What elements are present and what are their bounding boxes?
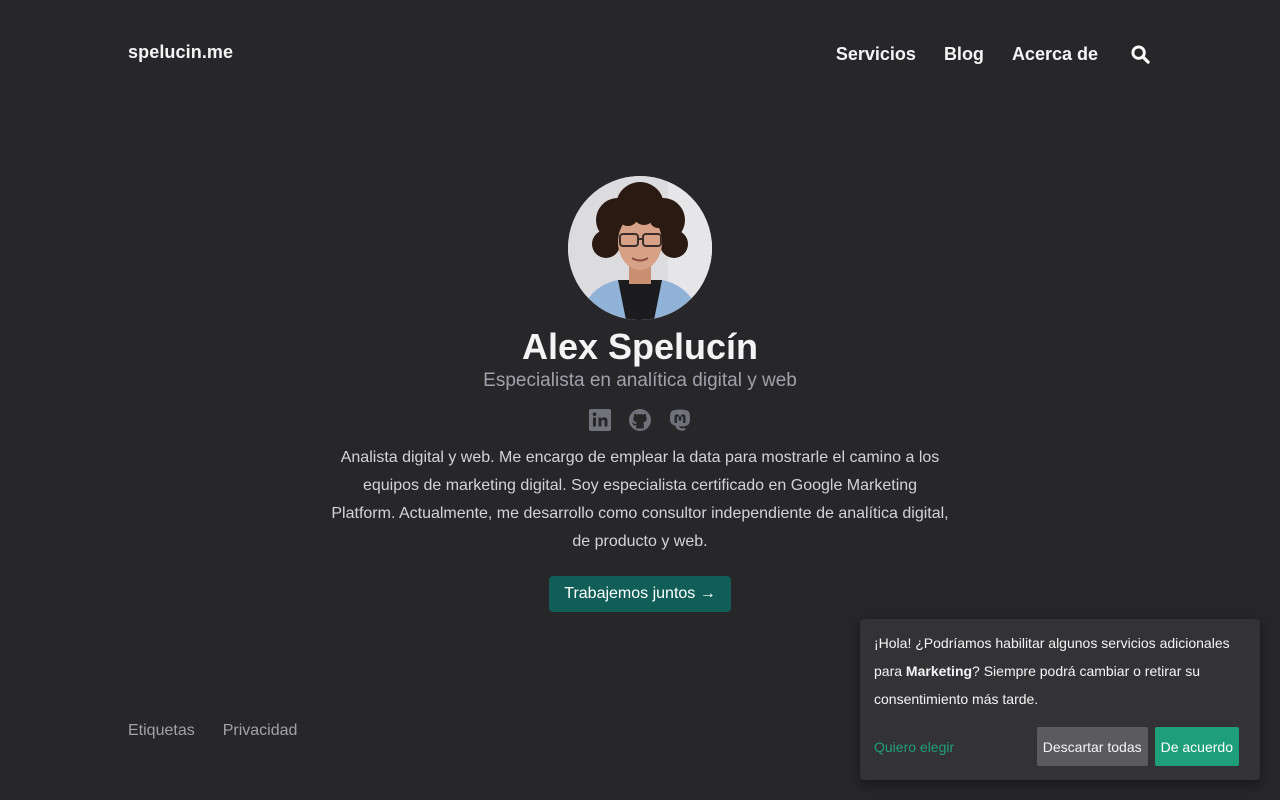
consent-text: ¡Hola! ¿Podríamos habilitar algunos serv… <box>874 629 1246 713</box>
footer-link-etiquetas[interactable]: Etiquetas <box>128 722 195 740</box>
github-link[interactable] <box>628 408 652 432</box>
footer-links: Etiquetas Privacidad <box>128 722 325 740</box>
nav-item-servicios[interactable]: Servicios <box>836 40 916 68</box>
footer-link-privacidad[interactable]: Privacidad <box>223 722 298 740</box>
site-title-link[interactable]: spelucin.me <box>128 42 233 63</box>
cta-button[interactable]: Trabajemos juntos → <box>549 576 731 612</box>
consent-decline-button[interactable]: Descartar todas <box>1036 727 1148 766</box>
page: spelucin.me Servicios Blog Acerca de Ale… <box>0 0 1280 800</box>
social-links <box>0 408 1280 432</box>
author-name: Alex Spelucín <box>521 326 759 367</box>
github-icon <box>629 409 651 431</box>
linkedin-link[interactable] <box>588 408 612 432</box>
mastodon-link[interactable] <box>668 408 692 432</box>
consent-actions: Quiero elegir Descartar todas De acuerdo <box>874 727 1239 766</box>
nav-item-acerca-de[interactable]: Acerca de <box>1012 40 1098 68</box>
author-headline: Especialista en analítica digital y web <box>483 370 797 391</box>
consent-purpose: Marketing <box>905 663 973 679</box>
consent-notice: ¡Hola! ¿Podríamos habilitar algunos serv… <box>860 619 1260 780</box>
search-icon <box>1130 44 1150 64</box>
consent-learn-more-link[interactable]: Quiero elegir <box>874 739 1037 755</box>
main-nav: Servicios Blog Acerca de <box>836 40 1152 68</box>
author-photo <box>568 176 712 320</box>
author-bio: Analista digital y web. Me encargo de em… <box>331 449 949 550</box>
mastodon-icon <box>670 409 690 431</box>
search-button[interactable] <box>1128 40 1152 68</box>
author-avatar <box>568 176 712 320</box>
linkedin-icon <box>589 409 611 431</box>
nav-item-blog[interactable]: Blog <box>944 40 984 68</box>
consent-accept-button[interactable]: De acuerdo <box>1154 727 1239 766</box>
